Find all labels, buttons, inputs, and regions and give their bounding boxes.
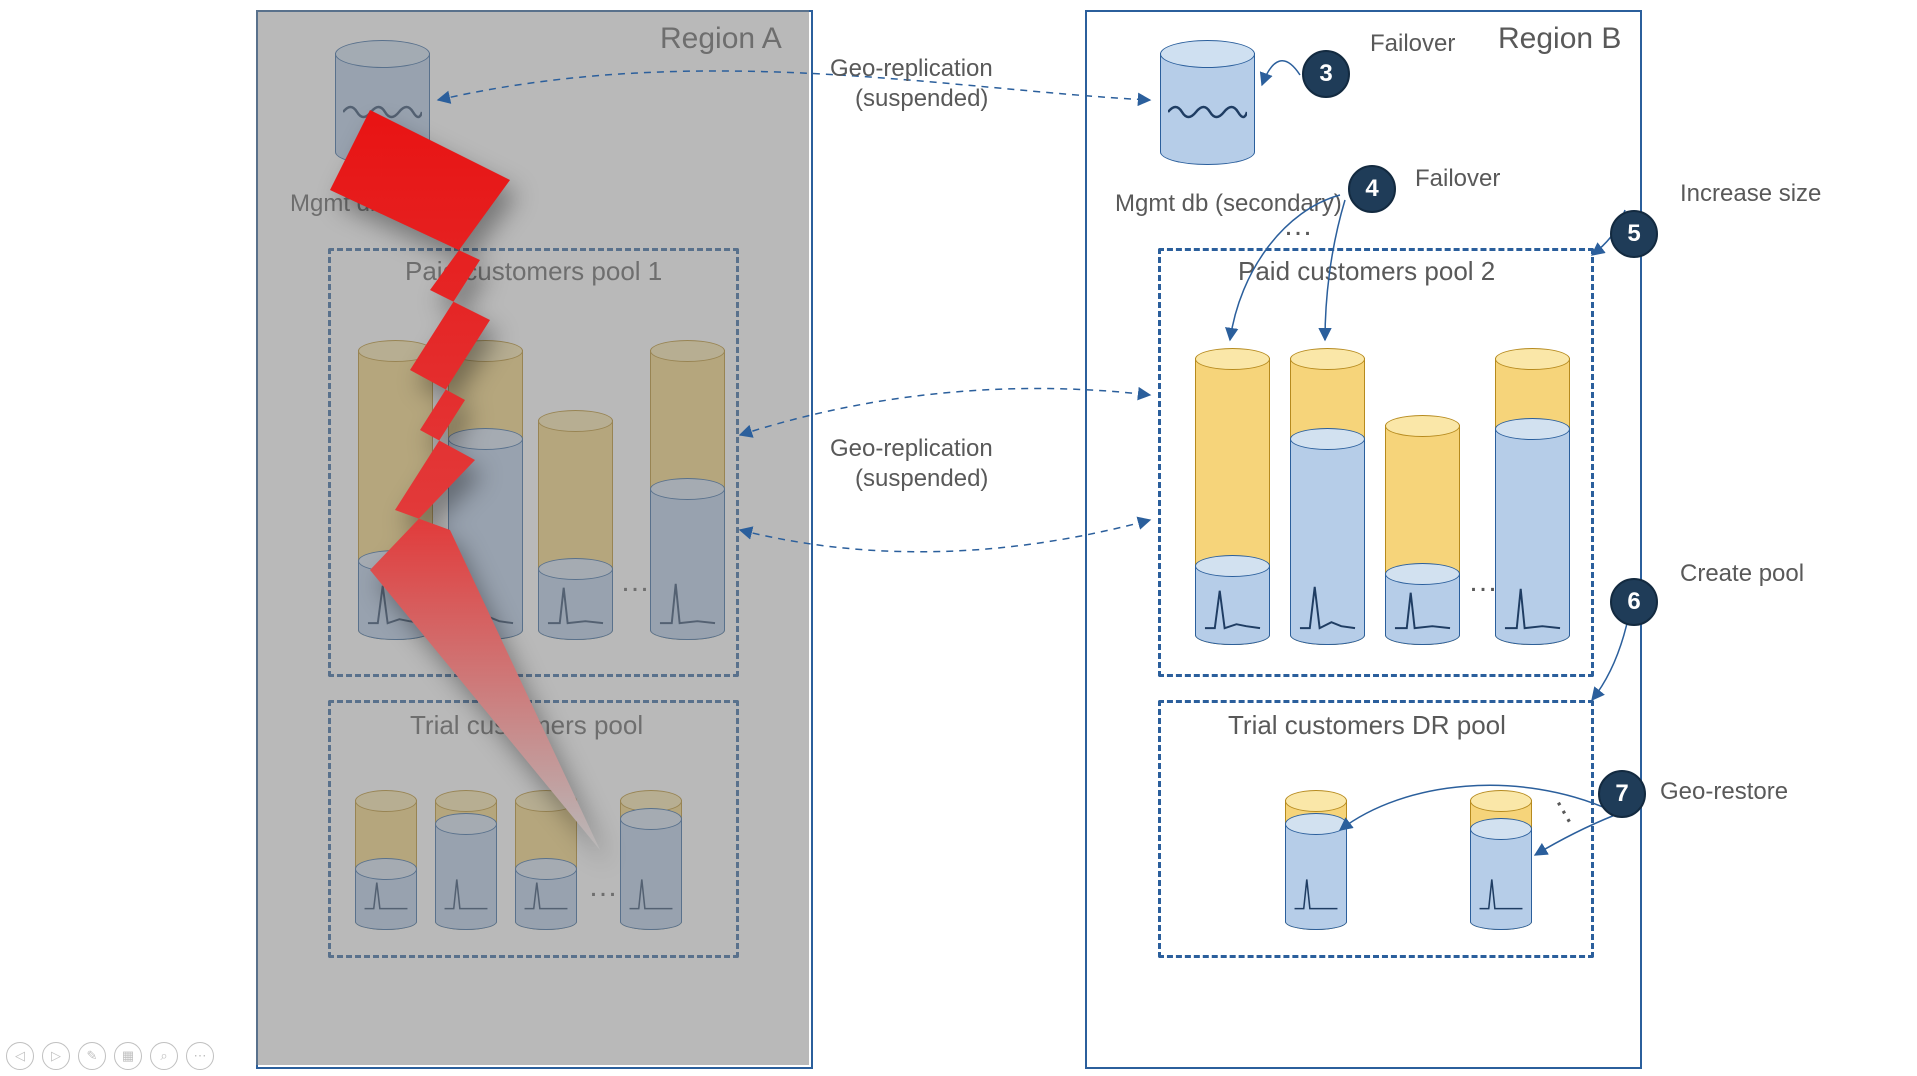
step-3-badge: 3 [1302, 50, 1350, 98]
step-5-label: Increase size [1680, 180, 1821, 208]
mgmt-db-b [1160, 40, 1255, 165]
diagram-stage: Region A Mgmt db (primary) Paid customer… [0, 0, 1917, 1076]
all-slides-button[interactable]: ▦ [114, 1042, 142, 1070]
pen-button[interactable]: ✎ [78, 1042, 106, 1070]
pool2-tube [1195, 348, 1270, 645]
geo-rep-1-sub: (suspended) [855, 85, 988, 113]
geo-rep-2-label: Geo-replication [830, 435, 993, 463]
step-7-label: Geo-restore [1660, 778, 1788, 806]
step-6-badge: 6 [1610, 578, 1658, 626]
geo-rep-1-label: Geo-replication [830, 55, 993, 83]
dr-tube [1470, 790, 1532, 930]
pool2-tube [1385, 415, 1460, 645]
paid-pool-2-title: Paid customers pool 2 [1238, 256, 1495, 287]
presentation-toolbar: ◁ ▷ ✎ ▦ ⌕ ⋯ [6, 1042, 214, 1070]
trial-dr-pool-title: Trial customers DR pool [1228, 710, 1506, 741]
step-5-badge: 5 [1610, 210, 1658, 258]
geo-rep-2-sub: (suspended) [855, 465, 988, 493]
next-slide-button[interactable]: ▷ [42, 1042, 70, 1070]
pool2-tube [1495, 348, 1570, 645]
zoom-button[interactable]: ⌕ [150, 1042, 178, 1070]
step-4-badge: 4 [1348, 165, 1396, 213]
step-7-badge: 7 [1598, 770, 1646, 818]
step-3-label: Failover [1370, 30, 1455, 58]
mgmt-db-b-label: Mgmt db (secondary) [1115, 190, 1342, 218]
more-button[interactable]: ⋯ [186, 1042, 214, 1070]
dr-tube [1285, 790, 1347, 930]
prev-slide-button[interactable]: ◁ [6, 1042, 34, 1070]
region-b-title: Region B [1498, 22, 1621, 56]
step-4-label: Failover [1415, 165, 1500, 193]
outage-lightning-icon [300, 110, 620, 850]
pool2-tube [1290, 348, 1365, 645]
step-6-label: Create pool [1680, 560, 1804, 588]
